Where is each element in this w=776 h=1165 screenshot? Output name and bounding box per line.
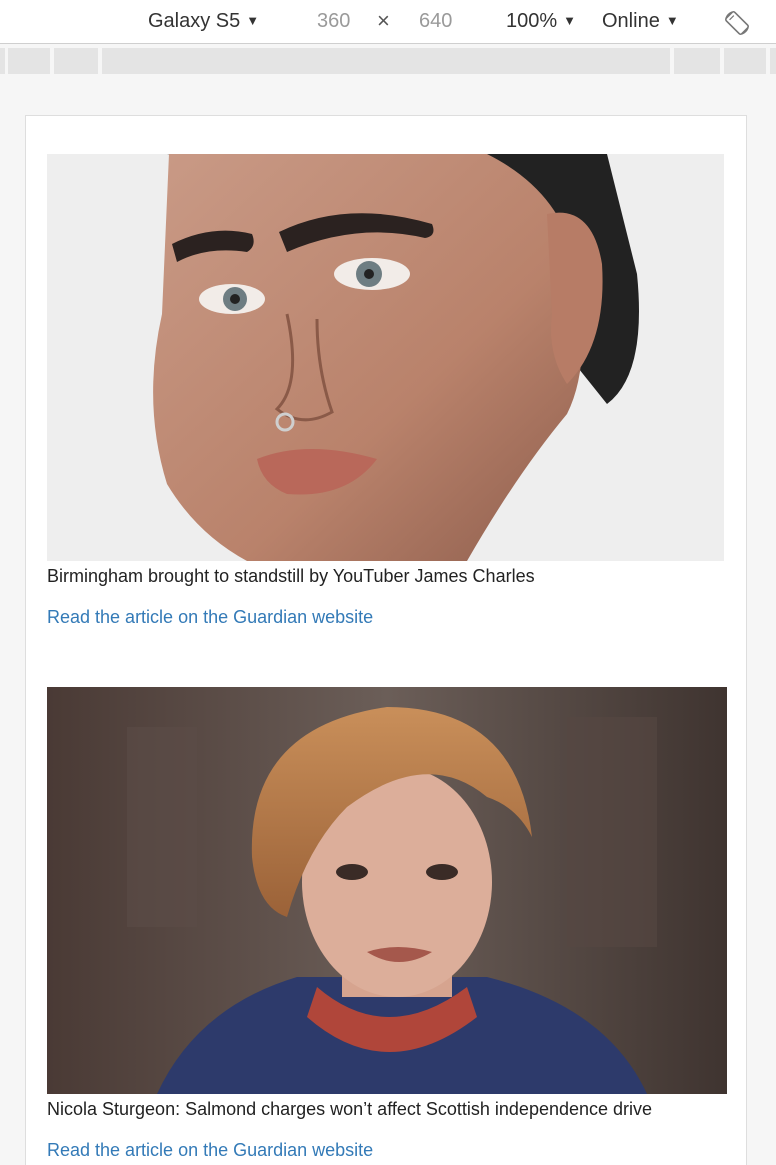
- emulated-viewport: Birmingham brought to standstill by YouT…: [25, 115, 747, 1165]
- width-input[interactable]: 360: [317, 8, 350, 34]
- network-label: Online: [602, 10, 660, 32]
- network-caret-icon: ▼: [665, 13, 679, 28]
- media-query-segment[interactable]: [8, 48, 50, 74]
- read-article-link[interactable]: Read the article on the Guardian website: [47, 1139, 727, 1161]
- device-caret-icon: ▼: [246, 13, 260, 28]
- media-query-segment[interactable]: [0, 48, 5, 74]
- media-query-segment[interactable]: [54, 48, 98, 74]
- rotate-icon[interactable]: [722, 8, 752, 35]
- device-toolbar: Galaxy S5 ▼ 360 × 640 100% ▼ Online ▼: [0, 0, 776, 44]
- article-card: Birmingham brought to standstill by YouT…: [47, 154, 724, 628]
- article-photo: [47, 687, 727, 1094]
- article-caption: Birmingham brought to standstill by YouT…: [47, 566, 535, 586]
- read-article-link[interactable]: Read the article on the Guardian website: [47, 606, 724, 628]
- dimension-separator: ×: [377, 8, 390, 33]
- media-query-segment[interactable]: [102, 48, 670, 74]
- media-query-segment[interactable]: [724, 48, 766, 74]
- article-photo: [47, 154, 724, 561]
- zoom-label: 100%: [506, 10, 558, 32]
- zoom-caret-icon: ▼: [563, 13, 577, 28]
- media-query-bar: [0, 45, 776, 77]
- device-select[interactable]: Galaxy S5 ▼: [148, 8, 259, 34]
- device-label: Galaxy S5: [148, 10, 241, 32]
- media-query-segment[interactable]: [770, 48, 776, 74]
- height-input[interactable]: 640: [419, 8, 452, 34]
- article-caption: Nicola Sturgeon: Salmond charges won’t a…: [47, 1099, 653, 1119]
- network-throttle-select[interactable]: Online ▼: [602, 8, 679, 34]
- article-card: Nicola Sturgeon: Salmond charges won’t a…: [47, 687, 727, 1161]
- zoom-select[interactable]: 100% ▼: [506, 8, 576, 34]
- media-query-segment[interactable]: [674, 48, 720, 74]
